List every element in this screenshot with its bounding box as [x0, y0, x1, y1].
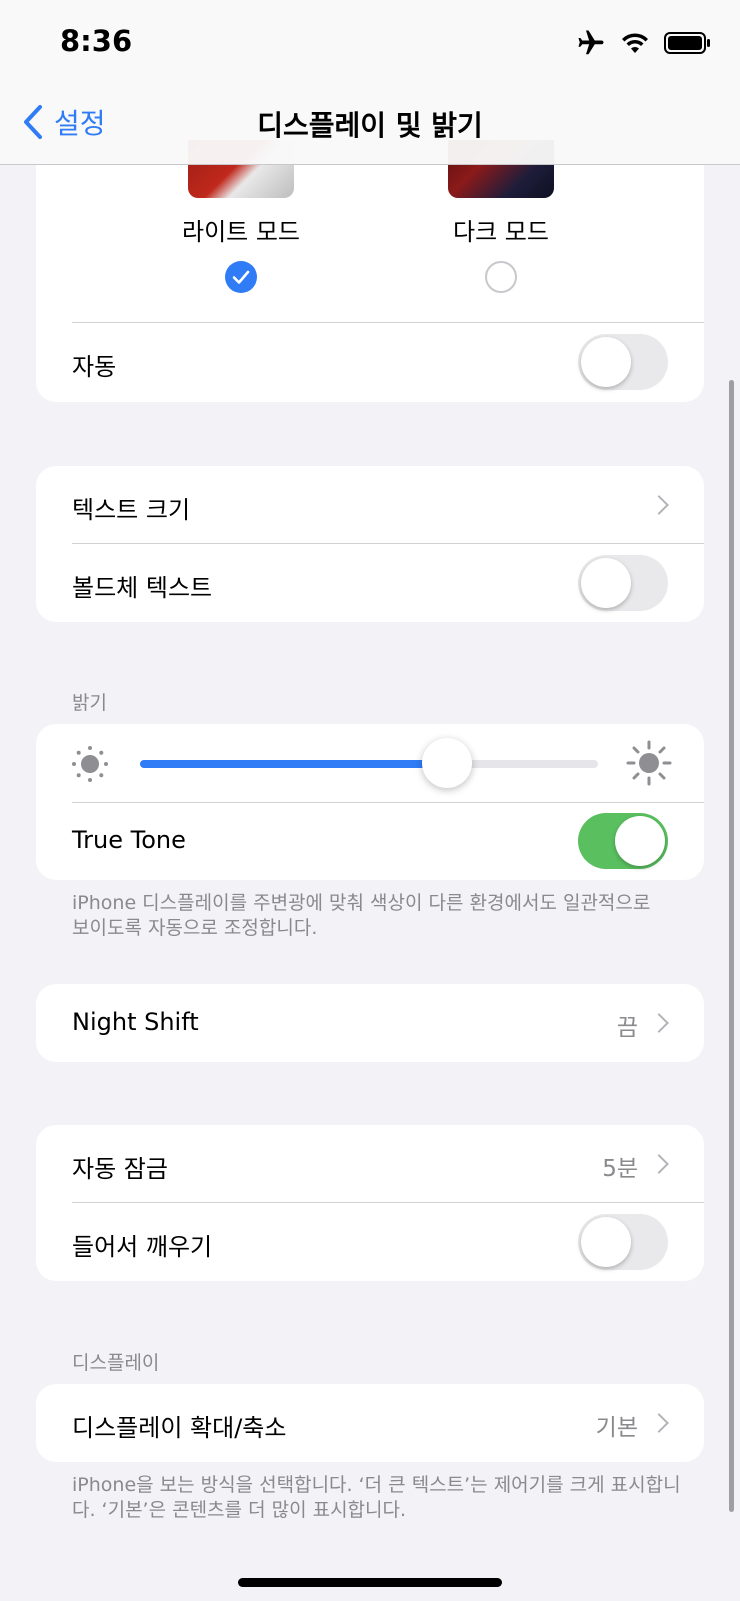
- chevron-right-icon: [649, 1154, 669, 1174]
- status-icons: [576, 28, 712, 58]
- sun-small-icon: [72, 746, 108, 782]
- text-size-row[interactable]: 텍스트 크기: [72, 490, 190, 525]
- lock-card: 자동 잠금 5분 들어서 깨우기: [36, 1125, 704, 1281]
- auto-lock-value: 5분: [602, 1156, 638, 1182]
- raise-to-wake-toggle[interactable]: [578, 1214, 668, 1270]
- status-time: 8:36: [60, 24, 133, 58]
- separator: [72, 322, 704, 323]
- battery-icon: [664, 32, 710, 54]
- bold-text-label: 볼드체 텍스트: [72, 574, 213, 602]
- dark-mode-label: 다크 모드: [453, 218, 549, 246]
- true-tone-toggle[interactable]: [578, 813, 668, 869]
- checkmark-icon: [232, 270, 250, 284]
- auto-lock-label[interactable]: 자동 잠금: [72, 1149, 168, 1184]
- raise-to-wake-label: 들어서 깨우기: [72, 1233, 213, 1261]
- chevron-right-icon: [649, 1413, 669, 1433]
- true-tone-label: True Tone: [72, 826, 186, 854]
- display-header: 디스플레이: [72, 1352, 160, 1374]
- display-zoom-footnote: iPhone을 보는 방식을 선택합니다. ‘더 큰 텍스트’는 제어기를 크게…: [72, 1474, 681, 1521]
- sun-large-icon: [626, 740, 672, 786]
- light-mode-radio[interactable]: [225, 261, 257, 293]
- brightness-card: True Tone: [36, 724, 704, 880]
- home-indicator[interactable]: [238, 1578, 502, 1587]
- display-zoom-card[interactable]: 디스플레이 확대/축소 기본: [36, 1384, 704, 1462]
- brightness-slider-thumb[interactable]: [422, 738, 472, 788]
- true-tone-footnote: iPhone 디스플레이를 주변광에 맞춰 색상이 다른 환경에서도 일관적으로…: [72, 892, 651, 939]
- page-title: 디스플레이 및 밝기: [257, 109, 483, 142]
- wifi-icon: [622, 33, 648, 53]
- chevron-right-icon: [649, 1013, 669, 1033]
- auto-appearance-toggle[interactable]: [578, 334, 668, 390]
- night-shift-card[interactable]: Night Shift 끔: [36, 984, 704, 1062]
- brightness-header: 밝기: [72, 692, 107, 714]
- dark-mode-radio[interactable]: [485, 261, 517, 293]
- display-zoom-value: 기본: [595, 1415, 638, 1441]
- airplane-icon: [578, 30, 604, 55]
- separator: [72, 1202, 704, 1203]
- display-zoom-label: 디스플레이 확대/축소: [72, 1414, 287, 1442]
- bold-text-toggle[interactable]: [578, 555, 668, 611]
- navigation-bar: 8:36 설정 디스플레이 및 밝기: [0, 0, 740, 165]
- brightness-slider[interactable]: [140, 738, 598, 788]
- light-mode-label: 라이트 모드: [181, 218, 301, 246]
- night-shift-label: Night Shift: [72, 1008, 199, 1036]
- text-card: 텍스트 크기 볼드체 텍스트: [36, 466, 704, 622]
- separator: [72, 802, 704, 803]
- auto-appearance-label: 자동: [72, 353, 117, 381]
- chevron-right-icon: [649, 495, 669, 515]
- scrollbar[interactable]: [729, 380, 734, 1512]
- night-shift-value: 끔: [616, 1015, 638, 1041]
- brightness-slider-fill: [140, 760, 447, 768]
- separator: [72, 543, 704, 544]
